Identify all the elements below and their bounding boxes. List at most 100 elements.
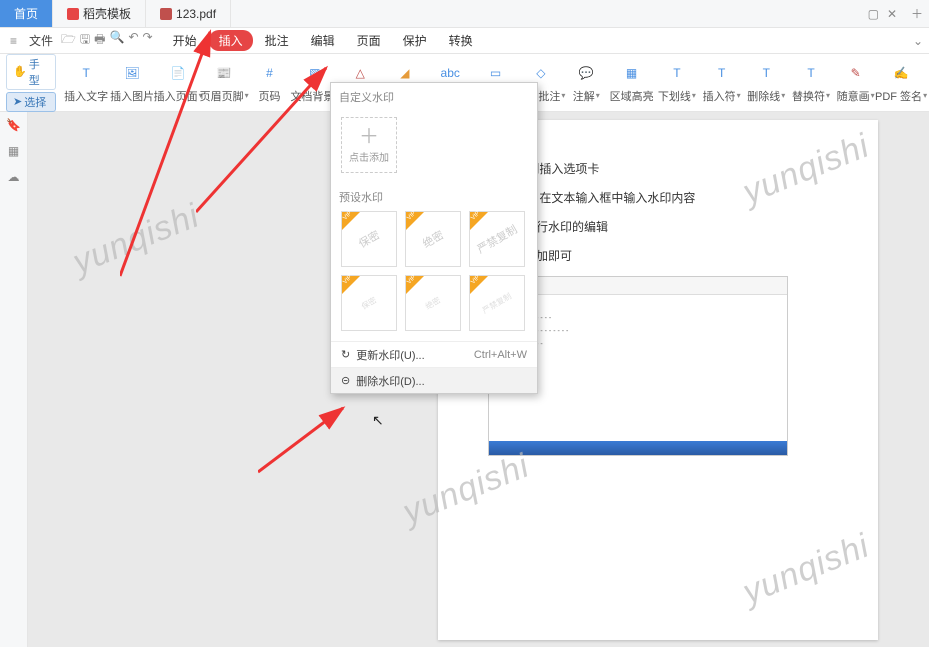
shape-annot-icon: ◇ (530, 62, 552, 84)
ribbon-insert-sym[interactable]: T插入符▾ (700, 58, 743, 108)
replace-icon: T (800, 62, 822, 84)
ribbon-area-hl[interactable]: ▦区域高亮 (610, 58, 654, 108)
caret-icon: ▾ (692, 91, 696, 100)
strike-label: 下划线▾ (658, 88, 696, 104)
vip-badge-icon (406, 276, 424, 294)
caret-icon: ▾ (737, 91, 741, 100)
save-icon[interactable]: 🖫 (80, 30, 90, 51)
select-tool[interactable]: ➤选择 (6, 92, 56, 112)
menu-convert[interactable]: 转换 (439, 30, 483, 51)
menu-insert[interactable]: 插入 (209, 30, 253, 51)
caret-icon: ▾ (826, 91, 830, 100)
tab-close-icon[interactable]: ✕ (887, 7, 897, 21)
pdf-sign-icon: ✍ (890, 62, 912, 84)
preset-label: 绝密 (423, 294, 442, 312)
undo-icon[interactable]: ↶ (128, 30, 138, 51)
insert-text-label: 插入文字 (64, 88, 108, 104)
print-icon[interactable]: 🖶 (94, 30, 105, 51)
hand-icon: ✋ (13, 65, 27, 78)
preset-watermark-tile[interactable]: 绝密 (405, 275, 461, 331)
strikedel-label: 删除线▾ (747, 88, 785, 104)
mouse-cursor-icon: ↖ (372, 412, 384, 429)
insert-page-icon: 📄 (167, 62, 189, 84)
doc-line: 件 切换到插入选项卡 (488, 160, 828, 177)
preset-watermark-tile[interactable]: 绝密 (405, 211, 461, 267)
freehand-icon: ✎ (845, 62, 867, 84)
preset-watermark-tile[interactable]: 严禁复制 (469, 211, 525, 267)
ribbon-notes[interactable]: 💬注解▾ (565, 58, 608, 108)
ribbon-header-footer[interactable]: 📰页眉页脚▾ (202, 58, 246, 108)
cloud-icon[interactable]: ☁ (8, 170, 20, 184)
text-box-icon: ▭ (485, 62, 507, 84)
replace-label: 替换符▾ (792, 88, 830, 104)
insert-page-label: 插入页面▾ (154, 88, 203, 104)
bookmark-icon[interactable]: 🔖 (6, 118, 21, 132)
preset-watermark-tile[interactable]: 严禁复制 (469, 275, 525, 331)
caret-icon: ▾ (596, 91, 600, 100)
preset-watermark-tile[interactable]: 保密 (341, 211, 397, 267)
doc-bg-icon: ▧ (304, 62, 326, 84)
update-watermark[interactable]: ↻ 更新水印(U)... Ctrl+Alt+W (331, 341, 537, 367)
vip-badge-icon (470, 212, 488, 230)
menu-annotate[interactable]: 批注 (255, 30, 299, 51)
preset-watermark-tile[interactable]: 保密 (341, 275, 397, 331)
doc-line: 后确认添加即可 (488, 247, 828, 264)
strikedel-icon: T (755, 62, 777, 84)
thumbnail-icon[interactable]: ▦ (8, 144, 19, 158)
hand-tool[interactable]: ✋手型 (6, 54, 56, 90)
tab-document[interactable]: 123.pdf (146, 0, 231, 27)
cursor-icon: ➤ (13, 95, 22, 108)
ribbon-insert-text[interactable]: T插入文字 (64, 58, 108, 108)
insert-sym-icon: T (711, 62, 733, 84)
plus-icon: ＋ (359, 127, 379, 147)
redo-icon[interactable]: ↷ (143, 30, 153, 51)
pdf-icon (160, 8, 172, 20)
doc-line: 点击添加 在文本输入框中输入水印内容 (488, 189, 828, 206)
ribbon-strike[interactable]: T下划线▾ (656, 58, 699, 108)
menu-edit[interactable]: 编辑 (301, 30, 345, 51)
insert-image-icon: 🖼 (121, 62, 143, 84)
hamburger-icon[interactable]: ≡ (6, 34, 21, 48)
preview-icon[interactable]: 🔍 (109, 30, 124, 51)
tab-template[interactable]: 稻壳模板 (53, 0, 146, 27)
preset-watermark-title: 预设水印 (331, 183, 537, 211)
preset-label: 严禁复制 (480, 290, 513, 316)
page-number-icon: # (259, 62, 281, 84)
ribbon-insert-image[interactable]: 🖼插入图片 (110, 58, 154, 108)
add-watermark-tile[interactable]: ＋ 点击添加 (341, 117, 397, 173)
menu-page[interactable]: 页面 (347, 30, 391, 51)
page-number-label: 页码 (259, 88, 281, 104)
preset-label: 保密 (355, 227, 382, 252)
vip-badge-icon (470, 276, 488, 294)
refresh-icon: ↻ (341, 348, 350, 361)
template-icon (67, 8, 79, 20)
tab-home[interactable]: 首页 (0, 0, 53, 27)
tab-restore-icon[interactable]: ▢ (868, 7, 879, 21)
caret-icon: ▾ (923, 91, 927, 100)
doc-line: 比页面进行水印的编辑 (488, 218, 828, 235)
area-hl-icon: ▦ (621, 62, 643, 84)
header-footer-label: 页眉页脚▾ (200, 88, 249, 104)
open-icon[interactable]: 🗁 (61, 30, 76, 51)
left-sidebar: 🔖 ▦ ☁ (0, 112, 28, 647)
freehand-label: 随意画▾ (837, 88, 875, 104)
ribbon-freehand[interactable]: ✎ 随意画▾ (834, 58, 877, 108)
vip-badge-icon (406, 212, 424, 230)
pdf-sign-label: PDF 签名▾ (875, 88, 927, 104)
delete-watermark[interactable]: ⊝ 删除水印(D)... (331, 367, 537, 393)
vip-badge-icon (342, 276, 360, 294)
ribbon-pdf-sign[interactable]: ✍PDF 签名▾ (879, 58, 923, 108)
ribbon-insert-page[interactable]: 📄 插入页面▾ (156, 58, 200, 108)
menu-protect[interactable]: 保护 (393, 30, 437, 51)
ribbon-page-number[interactable]: # 页码 (248, 58, 291, 108)
file-menu[interactable]: 文件 (23, 32, 59, 49)
tab-add[interactable]: ＋ (905, 0, 929, 27)
preset-label: 绝密 (419, 227, 446, 252)
menu-overflow-icon[interactable]: ⌄ (913, 34, 923, 48)
watermark-icon: △ (349, 62, 371, 84)
ribbon-strikedel[interactable]: T 删除线▾ (745, 58, 788, 108)
preset-label: 保密 (359, 294, 378, 312)
menu-start[interactable]: 开始 (163, 30, 207, 51)
ribbon-replace[interactable]: T 替换符▾ (790, 58, 833, 108)
text-annot-icon: abc (439, 62, 461, 84)
